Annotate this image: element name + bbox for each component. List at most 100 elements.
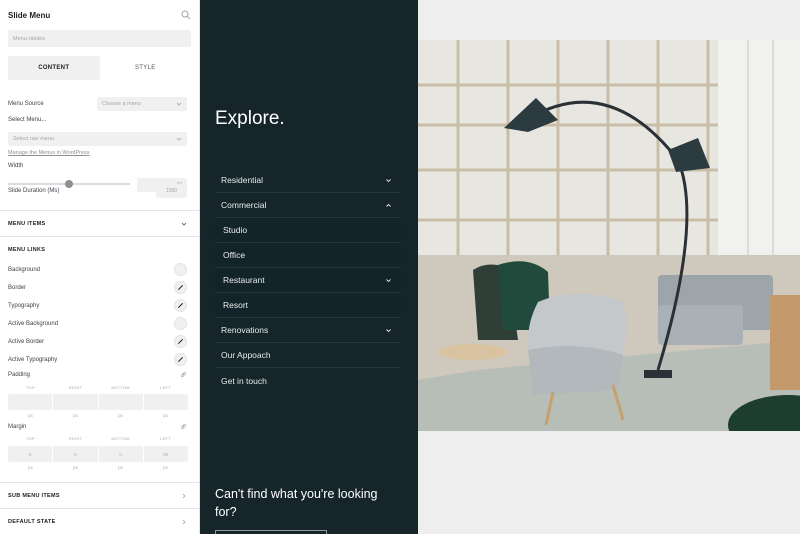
chevron-down-icon[interactable] [385, 177, 392, 184]
padding-inputs [8, 394, 188, 410]
chevron-down-icon[interactable] [385, 327, 392, 334]
select-menu-row: Select nav menu [8, 132, 187, 146]
unit-label[interactable]: px [53, 465, 98, 470]
section-menu-links[interactable]: MENU LINKS [0, 236, 199, 262]
panel-header: Slide Menu [0, 0, 199, 30]
unit-label[interactable]: px [8, 465, 53, 470]
menu-search-input[interactable] [215, 530, 327, 534]
side-label: TOP [26, 385, 35, 390]
panel-tabs: CONTENT STYLE [8, 56, 191, 80]
slide-menu-preview: Explore. Residential Commercial Studio O… [200, 0, 418, 534]
menu-item-resort[interactable]: Resort [215, 293, 401, 318]
prop-label: Active Border [8, 338, 45, 345]
prop-row-active-typography: Active Typography [8, 353, 187, 366]
chevron-down-icon [176, 137, 182, 141]
chevron-up-icon[interactable] [385, 202, 392, 209]
menu-item-label: Restaurant [223, 275, 265, 285]
menu-cta-text: Can't find what you're looking for? [215, 487, 378, 519]
settings-panel: Slide Menu Menu-rákdov CONTENT STYLE Men… [0, 0, 200, 534]
search-icon[interactable] [181, 10, 191, 20]
prop-label: Active Background [8, 320, 59, 327]
chevron-down-icon [176, 102, 182, 106]
margin-right-input[interactable]: 0 [53, 446, 99, 462]
padding-label: Padding [8, 371, 31, 378]
prop-row-border: Border [8, 281, 187, 294]
select-menu-value: Select nav menu [13, 136, 54, 142]
menu-item-office[interactable]: Office [215, 243, 401, 268]
edit-button[interactable] [174, 299, 187, 312]
color-picker-button[interactable] [174, 317, 187, 330]
pencil-icon [177, 284, 184, 291]
side-label: BOTTOM [111, 385, 130, 390]
element-name-input[interactable]: Menu-rákdov [8, 30, 191, 47]
menu-item-label: Commercial [221, 200, 267, 210]
slide-duration-label: Slide Duration (Ms) [8, 188, 60, 194]
side-label: RIGHT [68, 436, 83, 441]
margin-side-labels: TOP RIGHT BOTTOM LEFT [8, 436, 188, 441]
unit-label[interactable]: px [53, 413, 98, 418]
menu-item-commercial[interactable]: Commercial [215, 193, 401, 218]
chevron-right-icon [182, 493, 186, 498]
padding-right-input[interactable] [53, 394, 99, 410]
unit-label[interactable]: px [8, 413, 53, 418]
unit-label[interactable]: px [143, 465, 188, 470]
menu-title: Explore. [215, 108, 285, 129]
margin-inputs: 0 0 0 50 [8, 446, 188, 462]
prop-row-active-border: Active Border [8, 335, 187, 348]
link-icon[interactable] [180, 371, 187, 378]
menu-item-renovations[interactable]: Renovations [215, 318, 401, 343]
padding-label-row: Padding [8, 371, 187, 378]
menu-item-label: Office [223, 250, 246, 260]
tab-content[interactable]: CONTENT [8, 56, 100, 80]
padding-bottom-input[interactable] [99, 394, 144, 410]
edit-button[interactable] [174, 353, 187, 366]
office-interior-photo [418, 40, 800, 431]
padding-top-input[interactable] [8, 394, 54, 410]
section-title: DEFAULT STATE [8, 518, 56, 525]
prop-label: Border [8, 284, 27, 291]
prop-label: Active Typography [8, 356, 58, 363]
menu-item-restaurant[interactable]: Restaurant [215, 268, 401, 293]
padding-left-input[interactable] [144, 394, 188, 410]
chevron-down-icon[interactable] [385, 277, 392, 284]
color-picker-button[interactable] [174, 263, 187, 276]
manage-menus-row: Manage the Menus in WordPress [8, 150, 187, 156]
margin-label-row: Margin [8, 423, 187, 430]
margin-units: px px px px [8, 465, 188, 470]
slide-duration-row: Slide Duration (Ms) 1000 [8, 184, 187, 198]
menu-item-get-in-touch[interactable]: Get in touch [215, 368, 401, 393]
prop-row-active-background: Active Background [8, 317, 187, 330]
prop-row-background: Background [8, 263, 187, 276]
prop-label: Background [8, 266, 41, 273]
menu-item-studio[interactable]: Studio [215, 218, 401, 243]
slide-duration-input[interactable]: 1000 [156, 184, 187, 198]
edit-button[interactable] [174, 281, 187, 294]
section-menu-items[interactable]: MENU ITEMS [0, 210, 199, 236]
section-default-state[interactable]: DEFAULT STATE [0, 508, 199, 534]
unit-label[interactable]: px [143, 413, 188, 418]
unit-label[interactable]: px [98, 413, 143, 418]
menu-item-residential[interactable]: Residential [215, 168, 401, 193]
menu-item-label: Residential [221, 175, 264, 185]
margin-left-input[interactable]: 50 [144, 446, 188, 462]
menu-item-label: Our Appoach [221, 350, 271, 360]
menu-source-select[interactable]: Choose a menu [97, 97, 187, 111]
margin-top-input[interactable]: 0 [8, 446, 54, 462]
menu-source-value: Choose a menu [102, 101, 141, 107]
side-label: TOP [26, 436, 35, 441]
menu-item-label: Resort [223, 300, 249, 310]
menu-item-our-approach[interactable]: Our Appoach [215, 343, 401, 368]
margin-bottom-input[interactable]: 0 [99, 446, 144, 462]
menu-item-label: Studio [223, 225, 248, 235]
select-menu-select[interactable]: Select nav menu [8, 132, 187, 146]
edit-button[interactable] [174, 335, 187, 348]
link-icon[interactable] [180, 423, 187, 430]
menu-list: Residential Commercial Studio Office Res… [215, 168, 401, 393]
section-sub-menu-items[interactable]: SUB MENU ITEMS [0, 482, 199, 508]
section-title: MENU LINKS [8, 246, 46, 253]
tab-style[interactable]: STYLE [100, 56, 192, 80]
manage-menus-link[interactable]: Manage the Menus in WordPress [8, 150, 90, 156]
side-label: BOTTOM [111, 436, 130, 441]
unit-label[interactable]: px [98, 465, 143, 470]
prop-row-typography: Typography [8, 299, 187, 312]
